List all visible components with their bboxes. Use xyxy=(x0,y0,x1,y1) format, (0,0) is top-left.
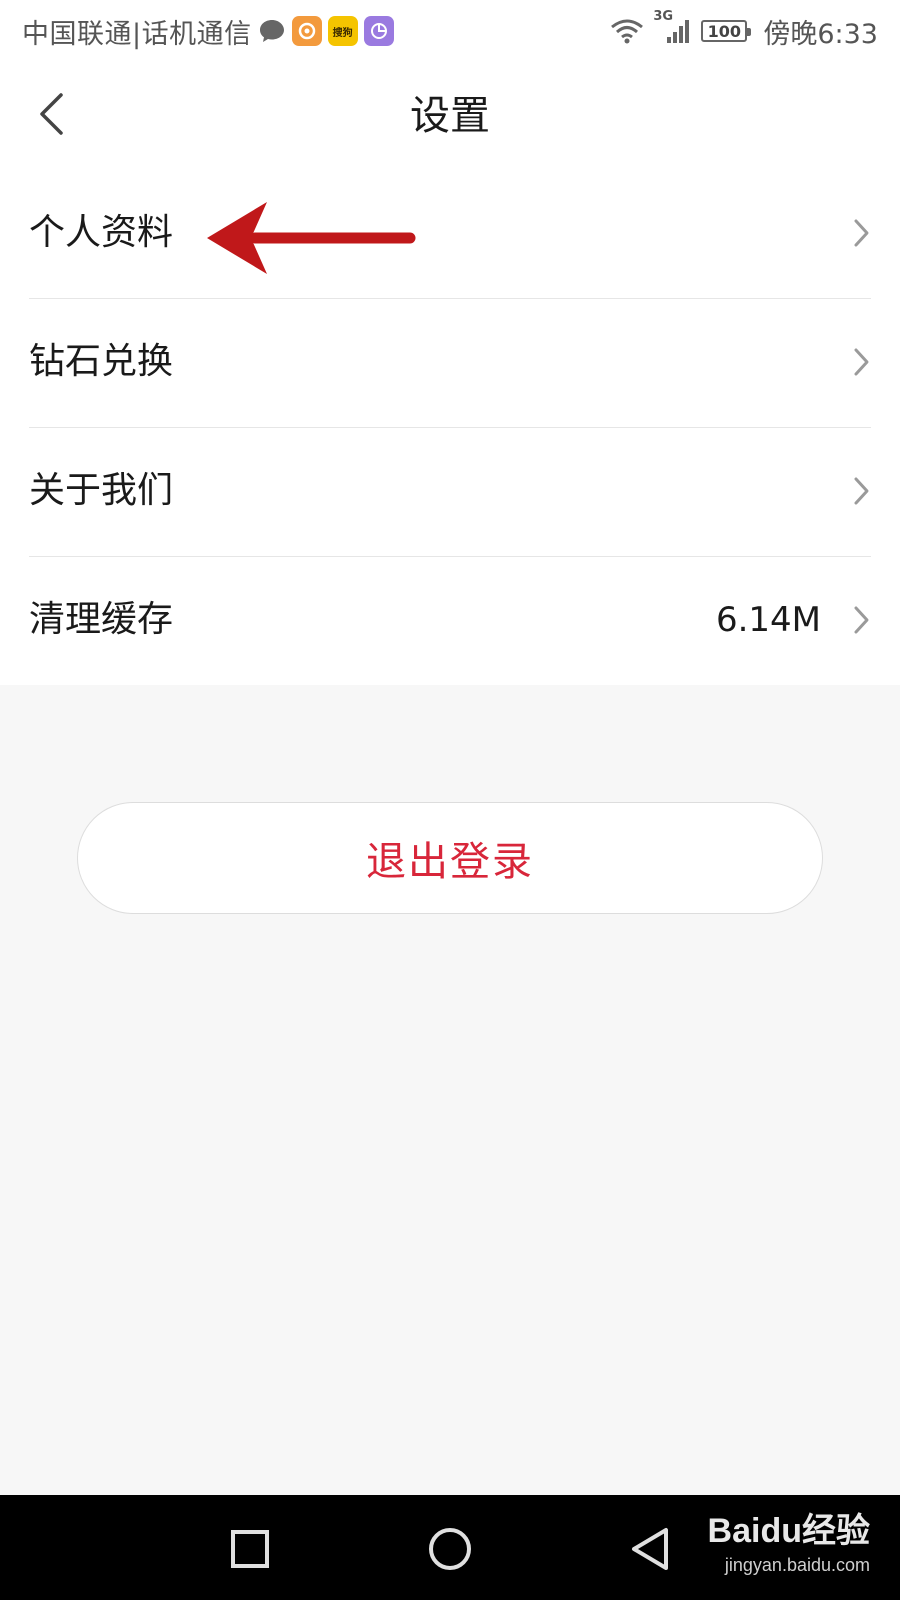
settings-item-label: 钻石兑换 xyxy=(29,341,174,382)
page-title: 设置 xyxy=(410,93,490,139)
settings-list: 个人资料 钻石兑换 关于我们 清理缓存 6.14M xyxy=(0,170,900,685)
clock: 傍晚6:33 xyxy=(763,18,878,50)
uc-browser-icon xyxy=(291,16,322,46)
settings-item-clear-cache[interactable]: 清理缓存 6.14M xyxy=(29,557,871,685)
baidu-watermark: Baidu经验 jingyan.baidu.com xyxy=(690,1509,870,1589)
status-left: 中国联通|话机通信 搜狗 xyxy=(22,12,394,51)
settings-item-profile[interactable]: 个人资料 xyxy=(29,170,871,299)
settings-item-label: 关于我们 xyxy=(29,470,174,511)
back-button[interactable] xyxy=(24,84,80,144)
logout-label: 退出登录 xyxy=(366,839,534,885)
recent-apps-icon[interactable] xyxy=(222,1521,278,1577)
logout-button[interactable]: 退出登录 xyxy=(77,802,823,914)
chevron-left-icon xyxy=(40,93,63,135)
chevron-right-icon xyxy=(854,606,869,634)
message-icon xyxy=(258,18,286,44)
app-yellow-icon: 搜狗 xyxy=(327,16,358,46)
wifi-icon xyxy=(609,17,645,45)
back-triangle-icon[interactable] xyxy=(624,1521,680,1577)
home-icon[interactable] xyxy=(422,1521,478,1577)
settings-item-about-us[interactable]: 关于我们 xyxy=(29,428,871,557)
status-right: 3G 100 傍晚6:33 xyxy=(609,9,878,51)
chevron-right-icon xyxy=(854,477,869,505)
chevron-right-icon xyxy=(854,348,869,376)
network-type: 3G xyxy=(653,9,674,24)
watermark-logo: Baidu经验 xyxy=(707,1512,870,1550)
watermark-url: jingyan.baidu.com xyxy=(724,1555,870,1575)
chevron-right-icon xyxy=(854,219,869,247)
navigation-bar: Baidu经验 jingyan.baidu.com xyxy=(0,1495,900,1600)
settings-item-label: 个人资料 xyxy=(29,212,174,253)
carrier-name: 中国联通|话机通信 xyxy=(22,18,252,50)
title-bar: 设置 xyxy=(0,62,900,170)
settings-item-label: 清理缓存 xyxy=(29,599,174,640)
settings-item-diamond-exchange[interactable]: 钻石兑换 xyxy=(29,299,871,428)
annotation-arrow-icon xyxy=(207,202,416,274)
cache-size-value: 6.14M xyxy=(715,600,821,640)
app-purple-icon xyxy=(363,16,394,46)
signal-icon: 3G xyxy=(653,9,693,45)
battery-icon: 100 xyxy=(701,20,752,42)
status-bar: 中国联通|话机通信 搜狗 3G 100 傍晚6:33 xyxy=(0,0,900,62)
